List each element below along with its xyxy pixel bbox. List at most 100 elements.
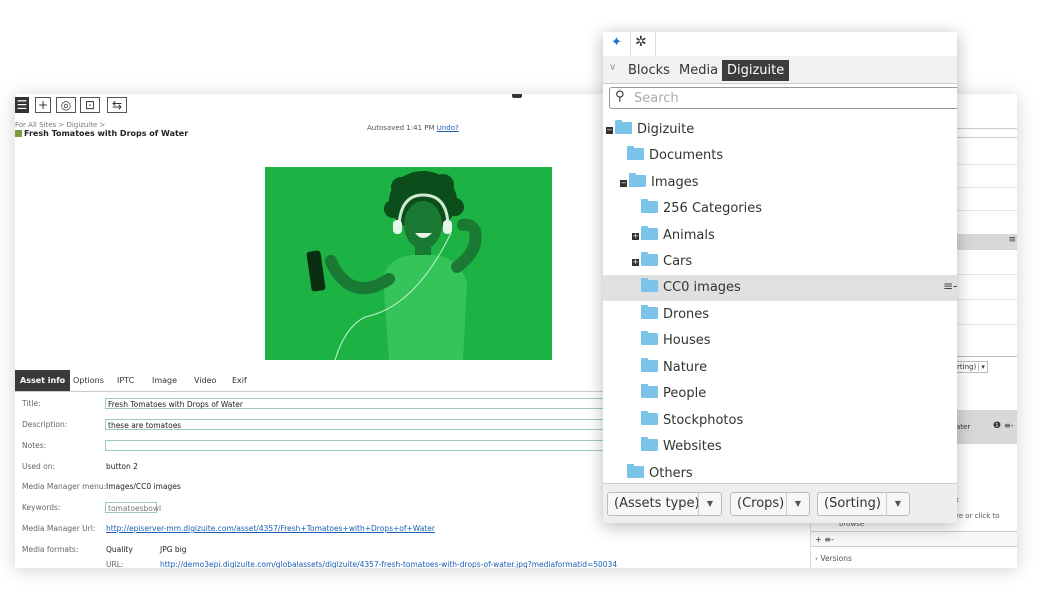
- tab-media[interactable]: Media: [679, 60, 718, 81]
- folder-icon: [627, 146, 644, 160]
- used-on-value: button 2: [106, 462, 138, 471]
- compare-button[interactable]: ⊡: [80, 97, 100, 113]
- expand-icon[interactable]: +: [632, 259, 639, 266]
- add-button[interactable]: +: [35, 97, 51, 113]
- preview-eye-button[interactable]: ◎: [56, 97, 76, 113]
- asset-preview-image: [265, 167, 552, 360]
- chevron-down-icon: ▾: [978, 363, 985, 371]
- tree-label: Drones: [663, 307, 710, 322]
- pin-icon[interactable]: ✦: [611, 35, 622, 50]
- collapse-handle[interactable]: [512, 94, 522, 98]
- tree-item-cars[interactable]: + Cars: [632, 249, 692, 275]
- context-menu-icon[interactable]: ≡-: [943, 279, 957, 293]
- keywords-field[interactable]: tomatoesbowl: [105, 502, 161, 513]
- assets-type-dropdown[interactable]: (Assets type) ▼: [607, 492, 722, 516]
- tree-item-cc0-images[interactable]: CC0 images: [641, 275, 741, 301]
- folder-icon: [641, 199, 658, 213]
- panel-add-bar[interactable]: + ≡-: [811, 531, 1017, 547]
- row-menu-icon[interactable]: ≡-: [1004, 421, 1014, 430]
- versions-label: Versions: [820, 554, 852, 563]
- tree-item-256-categories[interactable]: 256 Categories: [641, 196, 762, 222]
- search-box[interactable]: ⚲ Search: [609, 87, 957, 109]
- assets-type-label: (Assets type): [614, 496, 700, 511]
- tree-label: Websites: [663, 439, 722, 454]
- view-toggle-button[interactable]: ⇆: [107, 97, 127, 113]
- gear-icon[interactable]: ✲: [635, 34, 647, 50]
- tab-blocks[interactable]: Blocks: [628, 60, 670, 81]
- breadcrumb[interactable]: For All Sites > Digizuite >: [15, 121, 105, 129]
- folder-icon: [641, 226, 658, 240]
- folder-icon: [627, 464, 644, 478]
- tab-digizuite[interactable]: Digizuite: [722, 60, 790, 81]
- info-icon[interactable]: ❶: [993, 421, 1001, 431]
- tree-item-animals[interactable]: + Animals: [632, 223, 715, 249]
- title-field[interactable]: Fresh Tomatoes with Drops of Water: [105, 398, 610, 409]
- row-menu-icon[interactable]: ≡: [1008, 235, 1016, 245]
- tab-image[interactable]: Image: [152, 370, 177, 391]
- tree-item-people[interactable]: People: [641, 381, 706, 407]
- folder-icon: [641, 331, 658, 345]
- tree-label: Cars: [663, 254, 693, 269]
- page-title-text: Fresh Tomatoes with Drops of Water: [24, 129, 189, 138]
- tab-options[interactable]: Options: [73, 370, 104, 391]
- format-url-label: URL:: [106, 560, 124, 568]
- search-input[interactable]: Search: [634, 91, 679, 106]
- tab-asset-info[interactable]: Asset info: [15, 370, 71, 391]
- description-field[interactable]: these are tomatoes: [105, 419, 610, 430]
- crops-dropdown[interactable]: (Crops) ▼: [730, 492, 810, 516]
- undo-link[interactable]: Undo?: [437, 124, 459, 132]
- woman-headphones-illustration: [265, 167, 552, 360]
- chevron-down-icon: ▼: [698, 493, 721, 515]
- quality-value: JPG big: [160, 545, 187, 554]
- chevron-down-icon[interactable]: ∨: [609, 62, 616, 73]
- notes-field[interactable]: [105, 440, 610, 451]
- panel-search-field[interactable]: [956, 128, 1017, 138]
- tree-item-documents[interactable]: Documents: [627, 143, 723, 169]
- structure-toggle-button[interactable]: ☰: [15, 97, 29, 113]
- tree-label: Images: [651, 175, 699, 190]
- tab-video[interactable]: Video: [194, 370, 216, 391]
- tree-item-stockphotos[interactable]: Stockphotos: [641, 408, 743, 434]
- format-url-link[interactable]: http://demo3epi.digizuite.com/globalasse…: [160, 560, 617, 568]
- page-title: Fresh Tomatoes with Drops of Water: [15, 129, 188, 138]
- sorting-dropdown[interactable]: (Sorting) ▼: [817, 492, 910, 516]
- keywords-label: Keywords:: [22, 503, 61, 512]
- folder-icon: [641, 278, 658, 292]
- tree-item-nature[interactable]: Nature: [641, 355, 707, 381]
- folder-icon: [629, 173, 646, 187]
- tree-label: CC0 images: [663, 280, 741, 295]
- filter-bar: (Assets type) ▼ (Crops) ▼ (Sorting) ▼: [603, 483, 957, 523]
- panel-sorting-dropdown[interactable]: rting) ▾: [954, 361, 988, 373]
- tree-label: Nature: [663, 360, 708, 375]
- search-icon: ⚲: [615, 89, 625, 104]
- tab-iptc[interactable]: IPTC: [117, 370, 134, 391]
- collapse-icon[interactable]: −: [606, 127, 613, 134]
- versions-section[interactable]: › Versions: [815, 554, 852, 563]
- asset-tabs: Asset info Options IPTC Image Video Exif: [15, 370, 615, 392]
- folder-icon: [641, 384, 658, 398]
- folder-tree: ≡- − Digizuite Documents − Images 256 Cate…: [603, 113, 957, 483]
- collapse-icon[interactable]: −: [620, 180, 627, 187]
- tree-item-houses[interactable]: Houses: [641, 328, 711, 354]
- folder-icon: [641, 411, 658, 425]
- tree-label: People: [663, 386, 707, 401]
- media-manager-url-label: Media Manager Url:: [22, 524, 96, 533]
- tree-item-digizuite[interactable]: − Digizuite: [606, 117, 694, 143]
- tree-item-drones[interactable]: Drones: [641, 302, 709, 328]
- panel-sorting-text: rting): [957, 363, 977, 371]
- chevron-down-icon: ▼: [886, 493, 909, 515]
- panel-asset-name: ater: [956, 423, 971, 431]
- popup-header: ✦ ✲: [603, 32, 957, 57]
- folder-icon: [641, 358, 658, 372]
- expand-icon[interactable]: +: [632, 233, 639, 240]
- tree-item-images[interactable]: − Images: [620, 170, 699, 196]
- quality-label: Quality: [106, 545, 133, 554]
- folder-icon: [641, 437, 658, 451]
- tree-item-websites[interactable]: Websites: [641, 434, 722, 460]
- chevron-down-icon: ▼: [786, 493, 809, 515]
- media-manager-url-link[interactable]: http://episerver-mm.digizuite.com/asset/…: [106, 524, 435, 533]
- tab-exif[interactable]: Exif: [232, 370, 247, 391]
- folder-icon: [641, 305, 658, 319]
- title-label: Title:: [22, 399, 41, 408]
- notes-label: Notes:: [22, 441, 47, 450]
